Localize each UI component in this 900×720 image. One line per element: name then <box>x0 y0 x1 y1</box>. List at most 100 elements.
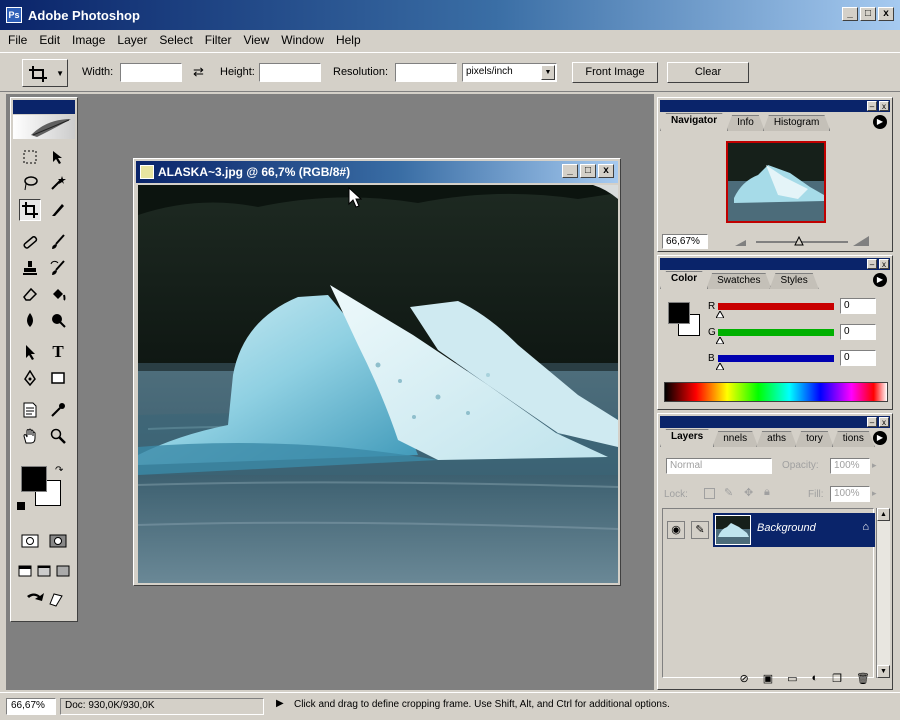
marquee-tool-icon[interactable] <box>19 146 41 168</box>
palette-minimize-button[interactable]: – <box>867 417 877 427</box>
lock-transparent-checkbox[interactable] <box>704 488 715 499</box>
tab-swatches[interactable]: Swatches <box>706 273 771 289</box>
navigator-thumbnail[interactable] <box>726 141 826 223</box>
default-colors-icon[interactable] <box>17 502 25 510</box>
zoom-tool-icon[interactable] <box>47 425 69 447</box>
blur-tool-icon[interactable] <box>19 309 41 331</box>
paint-bucket-icon[interactable] <box>47 283 69 305</box>
menu-window[interactable]: Window <box>281 33 324 47</box>
doc-close-button[interactable]: x <box>598 164 614 178</box>
green-channel-slider[interactable] <box>718 329 834 336</box>
resolution-input[interactable] <box>395 63 457 82</box>
app-title-bar[interactable]: Ps Adobe Photoshop _ □ x <box>0 0 900 30</box>
hand-tool-icon[interactable] <box>19 425 41 447</box>
red-channel-slider[interactable] <box>718 303 834 310</box>
quick-mask-mode-icon[interactable] <box>47 530 69 552</box>
color-spectrum-ramp[interactable] <box>664 382 888 402</box>
status-menu-arrow-icon[interactable]: ▶ <box>276 698 284 709</box>
menu-view[interactable]: View <box>243 33 269 47</box>
image-canvas[interactable] <box>138 185 618 583</box>
magic-wand-icon[interactable] <box>47 172 69 194</box>
status-zoom-field[interactable]: 66,67% <box>6 698 56 715</box>
color-foreground-swatch[interactable] <box>668 302 690 324</box>
standard-mode-icon[interactable] <box>19 530 41 552</box>
tab-channels[interactable]: nnels <box>712 431 758 447</box>
tab-styles[interactable]: Styles <box>769 273 818 289</box>
layers-scrollbar[interactable]: ▲ ▼ <box>876 508 890 678</box>
menu-layer[interactable]: Layer <box>117 33 147 47</box>
lock-brush-icon[interactable]: ✎ <box>724 486 733 499</box>
width-input[interactable] <box>120 63 182 82</box>
tab-paths[interactable]: aths <box>756 431 797 447</box>
color-title-bar[interactable]: – x <box>660 258 890 270</box>
standard-screen-mode-icon[interactable] <box>15 560 35 582</box>
layer-mask-icon[interactable]: ▣ <box>763 672 773 688</box>
tab-actions[interactable]: tions <box>832 431 875 447</box>
tab-history[interactable]: tory <box>795 431 834 447</box>
crop-tool-icon[interactable] <box>19 199 41 221</box>
lock-move-icon[interactable]: ✥ <box>744 486 753 499</box>
palette-minimize-button[interactable]: – <box>867 259 877 269</box>
rectangle-shape-icon[interactable] <box>47 367 69 389</box>
swap-colors-icon[interactable]: ↷ <box>55 465 63 476</box>
full-screen-mode-icon[interactable] <box>53 560 73 582</box>
layer-style-icon[interactable]: ⊘ <box>739 672 748 688</box>
palette-close-button[interactable]: x <box>879 101 889 111</box>
menu-select[interactable]: Select <box>159 33 192 47</box>
adobe-feather-logo[interactable] <box>13 115 75 139</box>
maximize-button[interactable]: □ <box>860 7 876 21</box>
green-value-field[interactable]: 0 <box>840 324 876 340</box>
opacity-field[interactable]: 100% <box>830 458 870 474</box>
lock-all-icon[interactable]: 🔒︎ <box>764 486 770 499</box>
resolution-unit-select[interactable]: pixels/inch ▼ <box>462 63 557 82</box>
eye-visibility-icon[interactable]: ◉ <box>667 521 685 539</box>
red-value-field[interactable]: 0 <box>840 298 876 314</box>
pen-tool-icon[interactable] <box>19 367 41 389</box>
palette-menu-icon[interactable]: ▶ <box>873 115 887 129</box>
history-brush-icon[interactable] <box>47 257 69 279</box>
blue-value-field[interactable]: 0 <box>840 350 876 366</box>
path-selection-icon[interactable] <box>19 341 41 363</box>
layer-row-background[interactable]: ◉ ✎ Background ⌂ <box>663 513 875 547</box>
layer-set-icon[interactable]: ▭ <box>787 672 797 688</box>
menu-filter[interactable]: Filter <box>205 33 232 47</box>
zoom-out-icon[interactable] <box>734 236 748 248</box>
type-tool-icon[interactable]: T <box>47 341 69 363</box>
fill-arrow-icon[interactable]: ▸ <box>872 488 877 499</box>
fill-field[interactable]: 100% <box>830 486 870 502</box>
tab-layers[interactable]: Layers <box>660 429 714 447</box>
menu-edit[interactable]: Edit <box>39 33 60 47</box>
minimize-button[interactable]: _ <box>842 7 858 21</box>
swap-dimensions-icon[interactable]: ⇄ <box>193 64 204 80</box>
brush-link-icon[interactable]: ✎ <box>691 521 709 539</box>
zoom-slider-handle[interactable] <box>794 236 804 246</box>
full-screen-menu-mode-icon[interactable] <box>34 560 54 582</box>
layers-title-bar[interactable]: – x <box>660 416 890 428</box>
layer-name[interactable]: Background <box>757 522 816 534</box>
palette-menu-icon[interactable]: ▶ <box>873 431 887 445</box>
brush-tool-icon[interactable] <box>47 231 69 253</box>
scroll-up-arrow-icon[interactable]: ▲ <box>877 508 890 521</box>
clone-stamp-icon[interactable] <box>19 257 41 279</box>
doc-minimize-button[interactable]: _ <box>562 164 578 178</box>
height-input[interactable] <box>259 63 321 82</box>
palette-close-button[interactable]: x <box>879 259 889 269</box>
tool-preset-picker[interactable]: ▼ <box>22 59 68 87</box>
palette-menu-icon[interactable]: ▶ <box>873 273 887 287</box>
healing-brush-icon[interactable] <box>19 231 41 253</box>
blue-slider-handle[interactable] <box>716 363 724 370</box>
close-button[interactable]: x <box>878 7 894 21</box>
jump-to-imageready-icon[interactable] <box>21 588 67 610</box>
green-slider-handle[interactable] <box>716 337 724 344</box>
red-slider-handle[interactable] <box>716 311 724 318</box>
lasso-tool-icon[interactable] <box>19 172 41 194</box>
navigator-title-bar[interactable]: – x <box>660 100 890 112</box>
clear-button[interactable]: Clear <box>667 62 749 83</box>
new-layer-icon[interactable]: ❐ <box>832 672 842 688</box>
foreground-color-swatch[interactable] <box>21 466 47 492</box>
zoom-in-icon[interactable] <box>852 234 870 248</box>
opacity-arrow-icon[interactable]: ▸ <box>872 460 877 471</box>
blue-channel-slider[interactable] <box>718 355 834 362</box>
tab-navigator[interactable]: Navigator <box>660 113 728 131</box>
front-image-button[interactable]: Front Image <box>572 62 658 83</box>
